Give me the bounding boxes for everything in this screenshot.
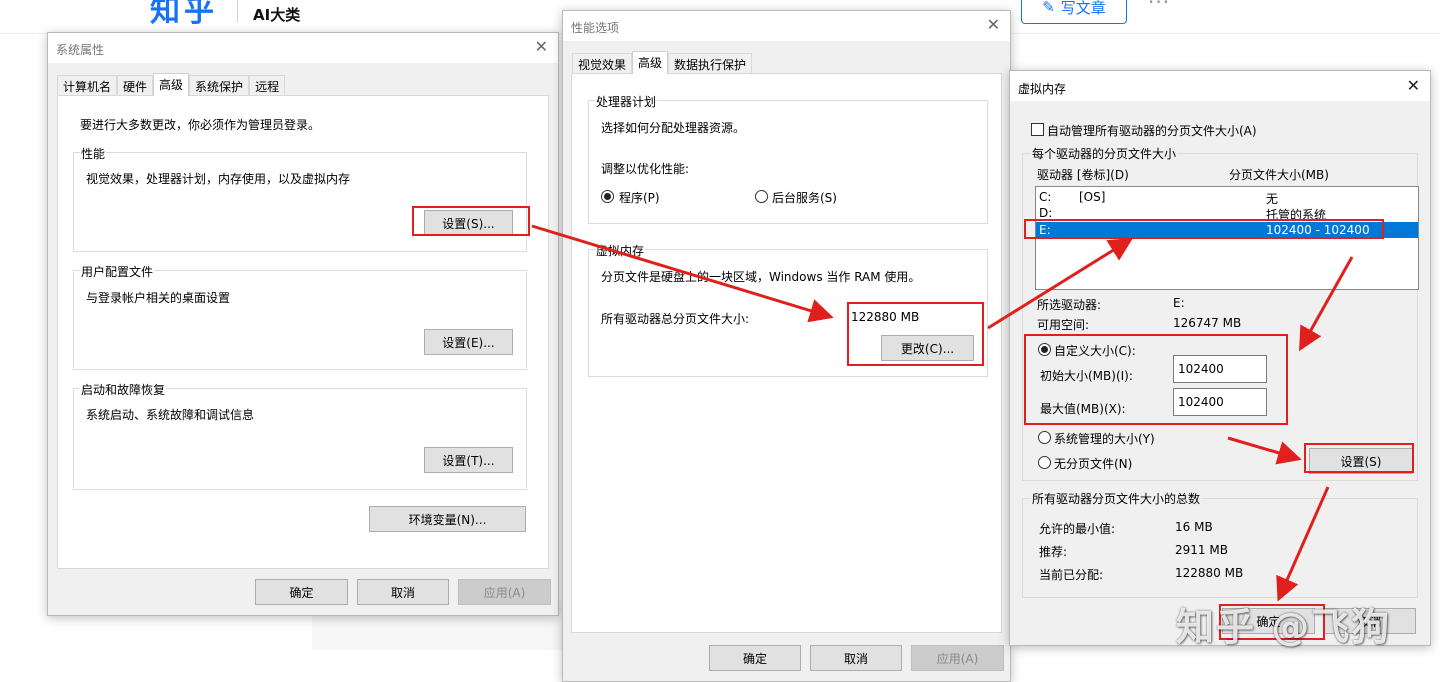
- tab-advanced[interactable]: 高级: [153, 73, 190, 96]
- arrow-to-drive-e: [987, 237, 1134, 330]
- arrow-to-set-button: [1227, 436, 1302, 465]
- arrow-to-change-button: [531, 224, 834, 323]
- zhihu-watermark: 知乎 @飞狗: [1176, 605, 1392, 649]
- annotation-arrows: [531, 224, 1354, 602]
- tab-advanced[interactable]: 高级: [632, 51, 669, 74]
- arrow-to-custom-size: [1299, 256, 1354, 352]
- arrow-to-ok-button: [1276, 486, 1330, 602]
